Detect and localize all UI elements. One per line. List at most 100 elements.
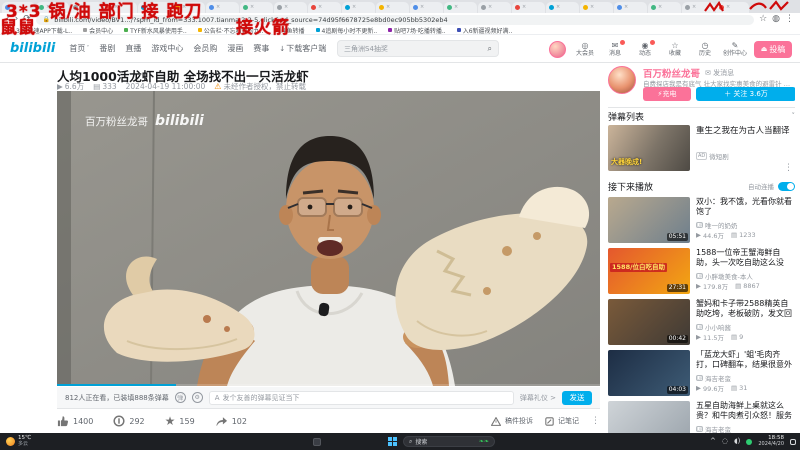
video-item-title[interactable]: 蟹妈和卡子带2588精英自助吃垮，老板破防，发文回应！！！: [696, 299, 795, 319]
volume-icon[interactable]: ◖): [734, 438, 740, 445]
danmaku-list-row[interactable]: 弹幕列表 ˅: [608, 107, 796, 123]
video-thumbnail[interactable]: 00:42: [608, 299, 690, 345]
tab-close-icon[interactable]: ×: [454, 5, 458, 10]
promo-card[interactable]: 大器晚成! 重生之我在为古人当翻译 AD 微短剧 ⋮: [608, 125, 795, 173]
bookmark-item[interactable]: 4追剧每小时不更新..: [315, 26, 377, 34]
coin-button[interactable]: 292: [113, 415, 145, 427]
taskbar-search[interactable]: ⌕ 搜索 ❧❧: [403, 436, 495, 447]
header-menu-item[interactable]: ◷ 历史: [694, 41, 716, 57]
recommended-video[interactable]: 05:51 双小：我不饿，光看你就看饱了 UP 唯一的奶奶 ▶ 44.6万 ▤ 12…: [608, 197, 795, 243]
taskbar-app-icon[interactable]: [530, 437, 540, 447]
tab-close-icon[interactable]: ×: [352, 5, 356, 10]
header-menu-item[interactable]: ◎ 大会员: [574, 41, 596, 57]
browser-tab[interactable]: ×: [444, 2, 477, 13]
bilibili-logo[interactable]: bilibili: [10, 41, 55, 56]
start-button[interactable]: [388, 436, 398, 447]
browser-tab[interactable]: ×: [206, 2, 239, 13]
header-menu-item[interactable]: ✎ 创作中心: [723, 41, 747, 57]
nav-item[interactable]: ↓ 番剧 ˅: [99, 43, 115, 54]
taskbar-app-icon[interactable]: [680, 437, 690, 447]
danmaku-send-button[interactable]: 发送: [562, 390, 592, 405]
note-button[interactable]: 记笔记: [545, 416, 579, 426]
nav-item[interactable]: ↓ 游戏中心 ˅: [151, 43, 183, 54]
header-menu-item[interactable]: ◉ 动态: [634, 40, 656, 57]
taskbar-clock[interactable]: 18:58 2024/4/20: [758, 436, 784, 447]
charge-button[interactable]: ⚡充电: [643, 87, 691, 101]
browser-tab[interactable]: ×: [308, 2, 341, 13]
video-item-title[interactable]: 1588一位帝王蟹海鲜自助，头一次吃自助这么没底!: [696, 248, 795, 268]
tab-close-icon[interactable]: ×: [522, 5, 526, 10]
taskbar-weather[interactable]: 15℃ 多云: [0, 436, 37, 447]
taskbar-app-icon[interactable]: [560, 437, 570, 447]
video-item-uploader[interactable]: 海吉老蛮: [705, 373, 731, 383]
nav-item[interactable]: ↓ 首页 ˅: [69, 43, 89, 54]
search-input[interactable]: [344, 44, 488, 53]
video-thumbnail[interactable]: 04:02: [608, 401, 690, 433]
taskbar-app-icon[interactable]: [500, 437, 510, 447]
danmaku-etiquette-link[interactable]: 弹幕礼仪 >: [520, 393, 556, 403]
tray-expand-icon[interactable]: ^: [710, 438, 716, 445]
search-box[interactable]: ⌕: [337, 40, 499, 57]
chevron-down-icon[interactable]: ˅: [792, 112, 796, 120]
danmaku-font-icon[interactable]: A: [215, 394, 220, 402]
tab-close-icon[interactable]: ×: [318, 5, 322, 10]
browser-tab[interactable]: ×: [376, 2, 409, 13]
autoplay-toggle[interactable]: [778, 181, 795, 191]
video-item-title[interactable]: 五星自助海鲜上桌就这么贵？和牛肉煮引众怒！服务态度更…: [696, 401, 795, 421]
tab-close-icon[interactable]: ×: [420, 5, 424, 10]
tab-close-icon[interactable]: ×: [284, 5, 288, 10]
nav-item[interactable]: ↓ 赛事 ˅: [253, 43, 269, 54]
taskbar-app-icon[interactable]: [605, 437, 615, 447]
bookmark-item[interactable]: 贴吧7场·吃播转播..: [388, 26, 446, 34]
taskbar-pinned-app[interactable]: [313, 438, 321, 446]
taskbar-app-icon[interactable]: [590, 437, 600, 447]
browser-tab[interactable]: ×: [512, 2, 545, 13]
tab-close-icon[interactable]: ×: [250, 5, 254, 10]
danmaku-input-box[interactable]: A: [208, 390, 514, 405]
video-item-uploader[interactable]: 唯一的奶奶: [705, 220, 738, 230]
send-message-link[interactable]: ✉ 发消息: [705, 68, 734, 78]
video-item-uploader[interactable]: 小胖墩美食-本人: [705, 271, 753, 281]
danmaku-input[interactable]: [222, 393, 508, 402]
video-item-title[interactable]: 双小：我不饿，光看你就看饱了: [696, 197, 795, 217]
video-thumbnail[interactable]: 05:51: [608, 197, 690, 243]
browser-profile-icon[interactable]: ◍: [772, 15, 780, 24]
header-menu-item[interactable]: ☆ 收藏: [664, 41, 686, 57]
video-item-title[interactable]: 「蓝龙大虾」'蛆'毛肉齐打，口碑翻车，结果很意外: [696, 350, 795, 370]
recommended-video[interactable]: 00:42 蟹妈和卡子带2588精英自助吃垮，老板破防，发文回应！！！ UP 小…: [608, 299, 795, 345]
taskbar-app-icon[interactable]: [575, 437, 585, 447]
recommended-video[interactable]: 04:02 五星自助海鲜上桌就这么贵？和牛肉煮引众怒！服务态度更… UP 海吉老…: [608, 401, 795, 433]
video-player[interactable]: 百万粉丝龙哥 bilibili: [57, 91, 600, 386]
tab-close-icon[interactable]: ×: [488, 5, 492, 10]
nav-item[interactable]: ↓ 下载客户端 ˅: [279, 43, 326, 54]
nav-item[interactable]: ↓ 直播 ˅: [125, 43, 141, 54]
report-button[interactable]: 稿件投诉: [491, 416, 533, 426]
like-button[interactable]: 1400: [57, 415, 93, 427]
taskbar-app-icon[interactable]: [515, 437, 525, 447]
browser-tab[interactable]: ×: [342, 2, 375, 13]
browser-tab[interactable]: ×: [240, 2, 273, 13]
tab-close-icon[interactable]: ×: [556, 5, 560, 10]
bookmark-item[interactable]: TYF新水风暴使用手..: [124, 26, 187, 34]
recommended-video[interactable]: 04:03 「蓝龙大虾」'蛆'毛肉齐打，口碑翻车，结果很意外 UP 海吉老蛮 ▶…: [608, 350, 795, 396]
taskbar-app-icon[interactable]: [665, 437, 675, 447]
avatar[interactable]: [549, 40, 566, 58]
favorite-button[interactable]: ★ 159: [165, 415, 195, 427]
upload-button[interactable]: ⏏ 投稿: [754, 40, 792, 58]
search-icon[interactable]: ⌕: [488, 44, 492, 54]
tab-close-icon[interactable]: ×: [590, 5, 594, 10]
video-item-uploader[interactable]: 海吉老蛮: [705, 424, 731, 433]
nav-item[interactable]: ↓ 漫画 ˅: [227, 43, 243, 54]
more-actions-icon[interactable]: ⋮: [591, 416, 600, 426]
bookmark-star-icon[interactable]: ☆: [759, 15, 767, 24]
browser-tab[interactable]: ×: [614, 2, 647, 13]
danmaku-settings-icon[interactable]: ⚙: [191, 392, 203, 403]
browser-tab[interactable]: ×: [546, 2, 579, 13]
tab-close-icon[interactable]: ×: [658, 5, 662, 10]
video-progress-bar[interactable]: [57, 384, 177, 386]
danmaku-toggle-icon[interactable]: 弹: [174, 392, 186, 403]
browser-tab[interactable]: ×: [410, 2, 443, 13]
video-thumbnail[interactable]: 1588/位白吃自助 27:31: [608, 248, 690, 294]
header-menu-item[interactable]: ✉ 消息: [604, 40, 626, 57]
bookmark-item[interactable]: 会员中心: [83, 26, 113, 34]
